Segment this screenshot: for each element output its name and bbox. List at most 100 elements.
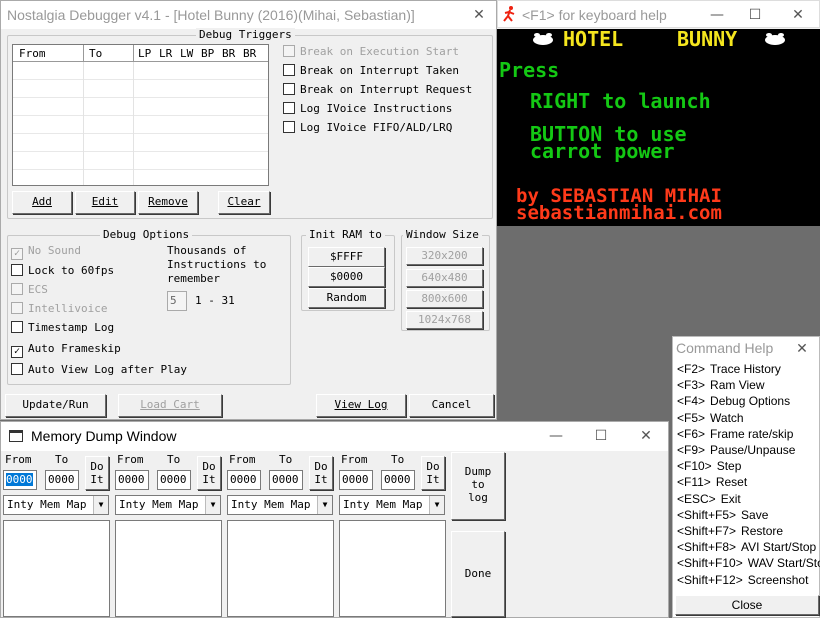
chevron-down-icon[interactable]: ▼ xyxy=(205,496,220,514)
chevron-down-icon[interactable]: ▼ xyxy=(93,496,108,514)
dump-output[interactable] xyxy=(227,520,334,617)
window-size-640-button[interactable]: 640x480 xyxy=(406,269,483,287)
do-it-button[interactable]: Do It xyxy=(197,456,221,490)
col-header-to[interactable]: To xyxy=(89,47,102,60)
do-it-label-1: Do xyxy=(426,460,440,473)
col-header-br[interactable]: BR xyxy=(222,47,235,60)
from-input[interactable]: 0000 xyxy=(339,470,373,490)
to-input[interactable]: 0000 xyxy=(157,470,191,490)
checkmark-icon[interactable]: ✓ xyxy=(11,346,23,358)
command-key: <Shift+F5> xyxy=(677,507,737,522)
do-it-button[interactable]: Do It xyxy=(421,456,445,490)
mem-map-select[interactable]: Inty Mem Map ▼ xyxy=(115,495,221,515)
done-button[interactable]: Done xyxy=(451,531,505,617)
minimize-icon[interactable]: — xyxy=(702,5,732,25)
from-input[interactable]: 0000 xyxy=(227,470,261,490)
checkbox-icon[interactable] xyxy=(283,45,295,57)
checkbox-icon[interactable] xyxy=(283,83,295,95)
init-ram-ffff-button[interactable]: $FFFF xyxy=(308,247,385,267)
load-cart-button[interactable]: Load Cart xyxy=(118,394,222,417)
option-no-sound[interactable]: ✓ No Sound xyxy=(11,244,81,260)
option-timestamp-log[interactable]: Timestamp Log xyxy=(11,321,114,334)
window-size-1024-label: 1024x768 xyxy=(418,313,471,326)
mem-map-select[interactable]: Inty Mem Map ▼ xyxy=(3,495,109,515)
trigger-break-interrupt-taken[interactable]: Break on Interrupt Taken xyxy=(283,64,459,77)
checkbox-icon[interactable] xyxy=(283,102,295,114)
close-button[interactable]: Close xyxy=(675,595,819,615)
chevron-down-icon[interactable]: ▼ xyxy=(317,496,332,514)
init-ram-0000-button[interactable]: $0000 xyxy=(308,267,385,287)
trigger-label: Break on Interrupt Request xyxy=(300,83,473,96)
col-header-bp[interactable]: BP xyxy=(201,47,214,60)
trigger-break-interrupt-request[interactable]: Break on Interrupt Request xyxy=(283,83,472,96)
dump-output[interactable] xyxy=(339,520,446,617)
init-ram-random-button[interactable]: Random xyxy=(308,288,385,308)
game-titlebar[interactable]: <F1> for keyboard help — ☐ ✕ xyxy=(497,0,820,28)
checkbox-icon[interactable] xyxy=(283,64,295,76)
from-input[interactable]: 0000 xyxy=(3,470,37,490)
checkmark-icon[interactable]: ✓ xyxy=(11,248,23,260)
to-input[interactable]: 0000 xyxy=(381,470,415,490)
breakpoint-list[interactable]: From To LP LR LW BP BR BR xyxy=(12,44,269,186)
maximize-icon[interactable]: ☐ xyxy=(586,426,616,446)
window-size-320-button[interactable]: 320x200 xyxy=(406,247,483,265)
command-action: Debug Options xyxy=(710,394,791,409)
maximize-icon[interactable]: ☐ xyxy=(740,5,770,25)
checkbox-icon[interactable] xyxy=(283,121,295,133)
game-title-hotel: HOTEL xyxy=(563,27,624,51)
checkbox-icon[interactable] xyxy=(11,283,23,295)
option-auto-frameskip[interactable]: ✓ Auto Frameskip xyxy=(11,342,121,358)
col-header-lw[interactable]: LW xyxy=(180,47,193,60)
col-header-br-2[interactable]: BR xyxy=(243,47,256,60)
debugger-titlebar[interactable]: Nostalgia Debugger v4.1 - [Hotel Bunny (… xyxy=(1,1,496,29)
command-help-titlebar[interactable]: Command Help ✕ xyxy=(673,337,819,363)
cancel-button[interactable]: Cancel xyxy=(409,394,494,417)
dump-output[interactable] xyxy=(115,520,222,617)
command-help-item: <F2> Trace History xyxy=(677,362,781,376)
window-size-1024-button[interactable]: 1024x768 xyxy=(406,311,483,329)
checkbox-icon[interactable] xyxy=(11,321,23,333)
to-input[interactable]: 0000 xyxy=(45,470,79,490)
clear-button[interactable]: Clear xyxy=(218,191,270,214)
col-header-lr[interactable]: LR xyxy=(159,47,172,60)
trigger-break-exec-start[interactable]: Break on Execution Start xyxy=(283,45,459,58)
add-button[interactable]: Add xyxy=(12,191,72,214)
checkbox-icon[interactable] xyxy=(11,264,23,276)
memory-dump-titlebar[interactable]: Memory Dump Window — ☐ ✕ xyxy=(1,422,668,451)
game-line-carrot: carrot power xyxy=(530,139,675,163)
option-lock-60fps[interactable]: Lock to 60fps xyxy=(11,264,114,277)
checkbox-icon[interactable] xyxy=(11,363,23,375)
checkbox-icon[interactable] xyxy=(11,302,23,314)
game-screen[interactable]: HOTEL BUNNY Press RIGHT to launch BUTTON… xyxy=(497,27,820,226)
dump-to-log-button[interactable]: Dump to log xyxy=(451,452,505,520)
thousands-input[interactable]: 5 xyxy=(167,291,187,311)
option-auto-view-log[interactable]: Auto View Log after Play xyxy=(11,363,187,376)
remove-button[interactable]: Remove xyxy=(138,191,198,214)
command-key: <Shift+F8> xyxy=(677,540,737,555)
memory-dump-title: Memory Dump Window xyxy=(31,428,177,444)
update-run-button[interactable]: Update/Run xyxy=(5,394,106,417)
view-log-button[interactable]: View Log xyxy=(316,394,406,417)
trigger-log-ivoice-instructions[interactable]: Log IVoice Instructions xyxy=(283,102,452,115)
do-it-button[interactable]: Do It xyxy=(85,456,109,490)
close-icon[interactable]: ✕ xyxy=(464,5,494,25)
option-intellivoice[interactable]: Intellivoice xyxy=(11,302,107,315)
from-input[interactable]: 0000 xyxy=(115,470,149,490)
mem-map-select[interactable]: Inty Mem Map ▼ xyxy=(339,495,445,515)
mem-map-select[interactable]: Inty Mem Map ▼ xyxy=(227,495,333,515)
dump-output[interactable] xyxy=(3,520,110,617)
col-header-lp[interactable]: LP xyxy=(138,47,151,60)
close-icon[interactable]: ✕ xyxy=(783,5,813,25)
to-input[interactable]: 0000 xyxy=(269,470,303,490)
trigger-log-ivoice-fifo[interactable]: Log IVoice FIFO/ALD/LRQ xyxy=(283,121,452,134)
window-size-800-button[interactable]: 800x600 xyxy=(406,290,483,308)
do-it-button[interactable]: Do It xyxy=(309,456,333,490)
option-ecs[interactable]: ECS xyxy=(11,283,48,296)
minimize-icon[interactable]: — xyxy=(541,426,571,446)
close-icon[interactable]: ✕ xyxy=(787,339,817,359)
edit-button[interactable]: Edit xyxy=(75,191,135,214)
col-header-from[interactable]: From xyxy=(19,47,46,60)
close-icon[interactable]: ✕ xyxy=(631,426,661,446)
debug-options-label: Debug Options xyxy=(100,228,193,241)
chevron-down-icon[interactable]: ▼ xyxy=(429,496,444,514)
